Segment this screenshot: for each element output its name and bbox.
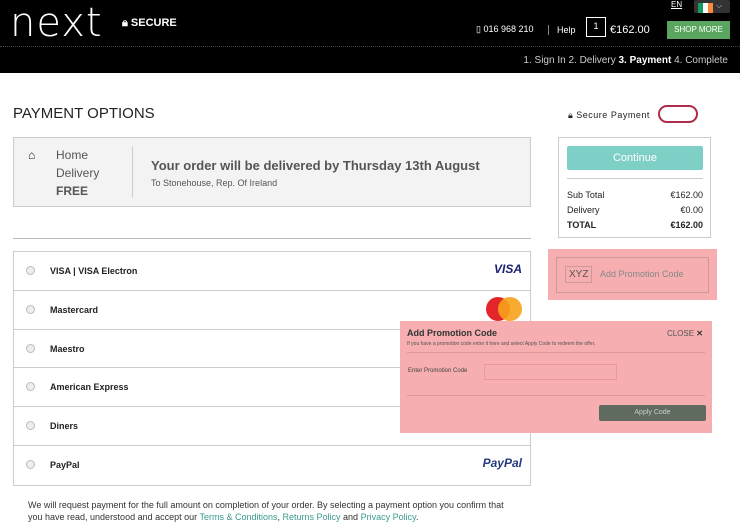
returns-link[interactable]: Returns Policy xyxy=(283,512,341,522)
close-icon: ✕ xyxy=(696,329,703,338)
divider xyxy=(407,352,705,353)
close-label: CLOSE xyxy=(666,329,695,338)
shop-more-button[interactable]: SHOP MORE xyxy=(667,21,730,39)
divider xyxy=(407,395,705,396)
delivery-line1: Home xyxy=(56,148,89,162)
option-label: Maestro xyxy=(50,343,85,354)
payment-option-paypal[interactable]: PayPal PayPal xyxy=(14,446,530,485)
country-selector[interactable]: ⌵ xyxy=(694,0,730,13)
step-complete: 4. Complete xyxy=(674,55,728,66)
payment-terms: We will request payment for the full amo… xyxy=(28,499,518,523)
total-value: €162.00 xyxy=(670,220,703,230)
mastercard-logo xyxy=(486,296,522,321)
promo-popup: Add Promotion Code CLOSE ✕ If you have a… xyxy=(400,321,712,433)
language-link[interactable]: EN xyxy=(671,0,682,9)
radio-button[interactable] xyxy=(26,266,35,275)
subtotal-label: Sub Total xyxy=(567,190,605,200)
subtotal-row: Sub Total €162.00 xyxy=(567,190,703,200)
help-link[interactable]: Help xyxy=(548,25,576,35)
trust-seal-icon xyxy=(658,105,698,123)
continue-button[interactable]: Continue xyxy=(567,146,703,170)
delivery-row: Delivery €0.00 xyxy=(567,205,703,215)
order-summary: Continue Sub Total €162.00 Delivery €0.00 … xyxy=(558,137,711,238)
separator: and xyxy=(340,512,361,522)
delivery-cost: FREE xyxy=(56,184,89,198)
option-label: PayPal xyxy=(50,459,80,470)
divider xyxy=(13,238,531,239)
step-delivery: 2. Delivery xyxy=(568,55,616,66)
radio-button[interactable] xyxy=(26,382,35,392)
visa-logo: VISA xyxy=(493,262,522,276)
step-payment: 3. Payment xyxy=(618,55,672,66)
option-label: American Express xyxy=(50,382,129,393)
home-icon: ⌂ xyxy=(28,148,36,162)
privacy-link[interactable]: Privacy Policy xyxy=(361,512,416,522)
divider xyxy=(567,178,703,179)
option-label: Mastercard xyxy=(50,304,99,315)
bag-icon[interactable]: 1 xyxy=(586,17,606,37)
popup-title: Add Promotion Code xyxy=(407,328,497,338)
site-header: next 🔒︎ SECURE ▯ 016 968 210 Help 1 €162… xyxy=(0,0,740,73)
close-button[interactable]: CLOSE ✕ xyxy=(667,329,703,338)
secure-payment-text: Secure Payment xyxy=(576,110,650,120)
option-label: VISA | VISA Electron xyxy=(50,266,138,276)
bag-total[interactable]: €162.00 xyxy=(610,24,650,36)
total-row: TOTAL €162.00 xyxy=(567,220,703,230)
step-sign-in: 1. Sign In xyxy=(523,55,566,66)
subtotal-value: €162.00 xyxy=(670,190,703,200)
total-label: TOTAL xyxy=(567,220,597,230)
delivery-address: To Stonehouse, Rep. Of Ireland xyxy=(151,178,278,188)
option-label: Diners xyxy=(50,421,79,432)
divider xyxy=(132,146,133,198)
divider xyxy=(0,46,740,47)
radio-button[interactable] xyxy=(26,459,35,469)
apply-code-button[interactable]: Apply Code xyxy=(599,405,706,421)
delivery-label: Delivery xyxy=(567,205,600,215)
radio-button[interactable] xyxy=(26,421,35,431)
promo-code-area: XYZ Add Promotion Code xyxy=(548,249,717,300)
radio-button[interactable] xyxy=(26,304,35,314)
add-promo-button[interactable]: XYZ Add Promotion Code xyxy=(556,257,709,293)
promo-field-label: Enter Promotion Code xyxy=(408,368,468,374)
phone-text: 016 968 210 xyxy=(483,24,534,34)
promo-badge: XYZ xyxy=(565,266,593,283)
popup-subtitle: If you have a promotion code enter it he… xyxy=(407,341,596,347)
radio-button[interactable] xyxy=(26,343,35,353)
secure-payment-label: 🔒︎ Secure Payment xyxy=(568,110,650,121)
page-title: PAYMENT OPTIONS xyxy=(13,105,155,122)
delivery-value: €0.00 xyxy=(680,205,703,215)
promo-code-input[interactable] xyxy=(484,364,617,380)
chevron-down-icon: ⌵ xyxy=(716,1,723,10)
terms-link[interactable]: Terms & Conditions xyxy=(199,512,277,522)
payment-option-visa[interactable]: VISA | VISA Electron VISA xyxy=(14,252,530,291)
paypal-logo: PayPal xyxy=(482,455,522,470)
delivery-message: Your order will be delivered by Thursday… xyxy=(151,158,480,173)
lock-icon: 🔒︎ xyxy=(122,17,131,29)
delivery-summary: ⌂ Home Delivery FREE Your order will be … xyxy=(13,137,531,207)
delivery-line2: Delivery xyxy=(56,166,100,180)
secure-text: SECURE xyxy=(130,17,177,29)
next-logo[interactable]: next xyxy=(10,0,103,46)
secure-label: 🔒︎ SECURE xyxy=(122,17,177,30)
phone-number: ▯ 016 968 210 xyxy=(476,24,534,35)
separator: . xyxy=(415,512,419,522)
delivery-type: Home Delivery FREE xyxy=(56,146,99,200)
promo-label: Add Promotion Code xyxy=(600,269,684,279)
checkout-steps: 1. Sign In 2. Delivery 3. Payment 4. Com… xyxy=(523,55,728,66)
